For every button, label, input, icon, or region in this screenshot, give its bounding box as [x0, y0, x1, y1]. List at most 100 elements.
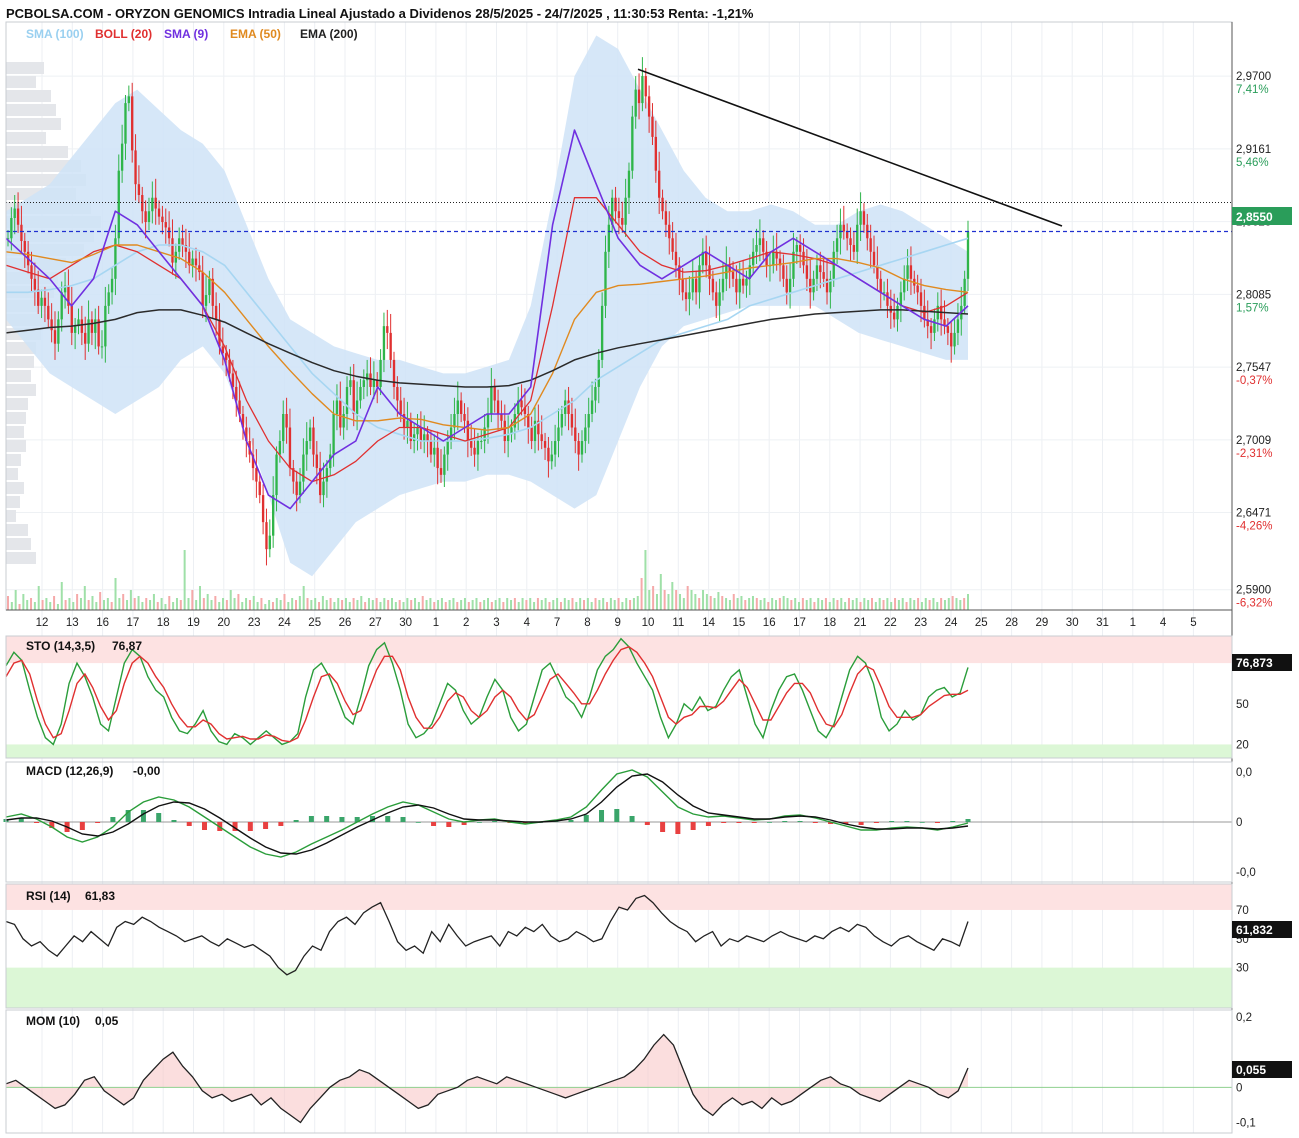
- candle-body: [798, 245, 802, 252]
- candle-body: [654, 136, 658, 171]
- volume-bar: [168, 596, 171, 610]
- rsi-label: RSI (14): [26, 889, 71, 903]
- volume-bar: [955, 598, 958, 610]
- candle-body: [735, 278, 738, 293]
- volume-bar: [260, 598, 263, 610]
- volume-bar: [824, 598, 827, 610]
- macd-histogram-bar: [812, 822, 818, 823]
- candle-body: [70, 305, 73, 333]
- x-tick-label: 11: [672, 617, 684, 629]
- candle-body: [131, 96, 134, 151]
- candle-body: [80, 319, 84, 333]
- candle-body: [120, 143, 124, 171]
- volume-bar: [636, 596, 639, 610]
- candle-body: [859, 211, 862, 225]
- volume-bar: [771, 598, 774, 610]
- macd-histogram-bar: [950, 821, 956, 822]
- volume-bar: [655, 594, 658, 610]
- sto-value: 76,87: [112, 639, 142, 653]
- volume-bar: [352, 598, 355, 610]
- candle-body: [956, 319, 960, 333]
- x-tick-label: 22: [884, 617, 897, 629]
- candle-body: [466, 420, 470, 442]
- volume-bar: [809, 598, 812, 610]
- volume-bar: [18, 604, 21, 610]
- volume-bar: [222, 598, 225, 610]
- volume-bar: [437, 600, 440, 610]
- volume-bar: [502, 602, 505, 610]
- candle-body: [480, 441, 483, 443]
- volume-bar: [321, 596, 324, 610]
- mom-last-label: 0,055: [1236, 1063, 1266, 1077]
- last-price-tag: 2,8550: [1232, 207, 1292, 225]
- candle-body: [752, 251, 755, 266]
- candle-body: [376, 380, 379, 387]
- volume-bar: [579, 598, 582, 610]
- volume-bar: [252, 596, 255, 610]
- candle-body: [496, 400, 500, 414]
- volume-bar: [671, 582, 674, 610]
- candle-body: [869, 238, 872, 252]
- candle-body: [852, 245, 856, 252]
- macd-histogram-bar: [202, 822, 208, 830]
- candle-body: [151, 197, 154, 212]
- x-tick-label: 24: [278, 617, 291, 629]
- volume-bar: [106, 598, 109, 610]
- volume-bar: [237, 594, 240, 610]
- volume-bar: [429, 598, 432, 610]
- candle-body: [651, 116, 654, 137]
- x-tick-label: 25: [975, 617, 988, 629]
- volume-bar: [26, 600, 29, 610]
- volume-bar: [717, 592, 720, 610]
- volume-bar: [556, 598, 559, 610]
- candle-body: [832, 251, 835, 279]
- candle-body: [335, 400, 339, 414]
- legend: SMA (100) BOLL (20) SMA (9) EMA (50) EMA…: [26, 27, 358, 41]
- volume-bar: [333, 602, 336, 610]
- profile-bar: [6, 356, 34, 368]
- volume-bar: [871, 598, 873, 610]
- volume-bar: [920, 602, 923, 610]
- volume-bar: [640, 578, 643, 610]
- profile-bar: [6, 90, 51, 102]
- candle-body: [141, 195, 144, 212]
- candle-body: [167, 227, 171, 239]
- volume-bar: [917, 598, 920, 610]
- volume-bar: [847, 598, 850, 610]
- candle-body: [134, 150, 137, 185]
- volume-bar: [855, 598, 858, 610]
- price-pct-label: -0,37%: [1236, 375, 1272, 387]
- candle-body: [668, 224, 671, 239]
- candle-body: [809, 278, 812, 293]
- candle-body: [570, 414, 574, 428]
- volume-bar: [118, 598, 121, 610]
- candle-body: [792, 251, 795, 279]
- panel-zone: [6, 884, 1232, 910]
- candle-body: [285, 414, 288, 428]
- candle-body: [433, 447, 436, 455]
- volume-bar: [721, 596, 724, 610]
- candle-body: [856, 224, 859, 252]
- volume-bar: [943, 600, 946, 610]
- macd-histogram-bar: [110, 817, 116, 822]
- volume-bar: [679, 594, 681, 610]
- candle-body: [647, 96, 651, 117]
- candle-body: [543, 441, 547, 448]
- candle-body: [802, 251, 805, 266]
- candle-body: [815, 265, 819, 279]
- candle-body: [694, 278, 698, 293]
- candle-body: [819, 265, 822, 273]
- candle-body: [147, 211, 151, 223]
- volume-bar: [886, 598, 889, 610]
- rsi-value: 61,83: [85, 889, 115, 903]
- volume-bar: [452, 598, 455, 610]
- macd-histogram-bar: [492, 821, 498, 822]
- volume-bar: [206, 594, 209, 610]
- volume-bar: [337, 598, 340, 610]
- volume-bar: [832, 598, 835, 610]
- volume-bar: [475, 598, 478, 610]
- candle-body: [359, 386, 362, 401]
- candle-body: [261, 495, 265, 523]
- volume-bar: [775, 600, 777, 610]
- volume-bar: [310, 600, 313, 610]
